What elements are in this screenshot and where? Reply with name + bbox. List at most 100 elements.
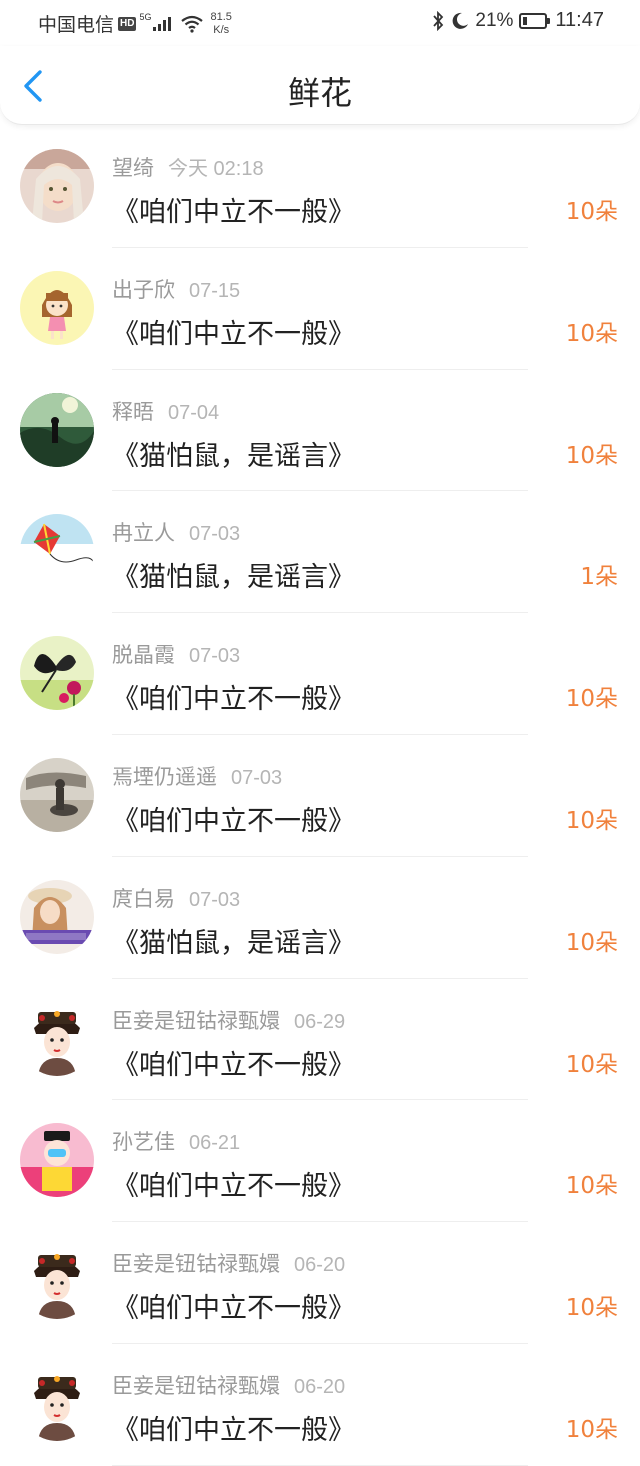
list-item[interactable]: 孙艺佳 06-21 《咱们中立不一般》 10朵: [0, 1100, 640, 1223]
send-date: 06-20: [294, 1375, 346, 1398]
flower-count: 10朵: [565, 929, 618, 956]
list-item[interactable]: 臣妾是钮钴禄甄嬛 06-20 《咱们中立不一般》 10朵: [0, 1222, 640, 1344]
article-title: 《咱们中立不一般》: [112, 1049, 355, 1081]
sender-name: 臣妾是钮钴禄甄嬛: [112, 1252, 280, 1277]
flower-count: 10朵: [565, 320, 618, 347]
carrier-label: 中国电信: [38, 14, 115, 36]
sender-line: 脱晶霞 07-03: [112, 639, 240, 669]
article-title: 《咱们中立不一般》: [112, 805, 355, 837]
flower-count: 10朵: [565, 1051, 618, 1078]
sender-name: 臣妾是钮钴禄甄嬛: [112, 1008, 280, 1033]
moon-icon: [453, 12, 469, 29]
send-date: 07-03: [189, 645, 241, 668]
flower-count: 10朵: [565, 442, 618, 469]
sender-line: 出子欣 07-15: [112, 274, 240, 304]
girl-hat-avatar-image: [20, 879, 94, 954]
nav-bar: 鲜花: [0, 46, 640, 125]
list-item[interactable]: 脱晶霞 07-03 《咱们中立不一般》 10朵: [0, 613, 640, 735]
avatar[interactable]: [20, 1245, 94, 1320]
article-title: 《猫怕鼠，是谣言》: [112, 440, 355, 472]
sender-name: 孙艺佳: [112, 1130, 175, 1155]
sender-line: 臣妾是钮钴禄甄嬛 06-20: [112, 1248, 345, 1278]
flower-count: 10朵: [565, 1173, 618, 1200]
hd-badge: HD: [118, 16, 137, 31]
avatar[interactable]: [20, 149, 94, 223]
flower-count: 10朵: [565, 1416, 618, 1443]
flower-count: 10朵: [565, 807, 618, 834]
list-item[interactable]: 庹白易 07-03 《猫怕鼠，是谣言》 10朵: [0, 857, 640, 979]
status-left: 中国电信 HD 5G 81.5 K/s: [38, 10, 232, 37]
status-bar: 中国电信 HD 5G 81.5 K/s 21% 11:47: [0, 0, 640, 46]
sender-line: 臣妾是钮钴禄甄嬛 06-20: [112, 1370, 345, 1400]
bluetooth-icon: [433, 10, 444, 31]
avatar[interactable]: [20, 1366, 94, 1441]
avatar[interactable]: [20, 1001, 94, 1076]
article-title: 《咱们中立不一般》: [112, 684, 355, 716]
sender-line: 焉堙仍遥遥 07-03: [112, 761, 282, 791]
empress-cartoon-avatar-image: [20, 1001, 94, 1076]
list-item[interactable]: 焉堙仍遥遥 07-03 《咱们中立不一般》 10朵: [0, 735, 640, 857]
article-title: 《咱们中立不一般》: [112, 1414, 355, 1446]
signal-icon: [153, 16, 172, 31]
send-date: 07-15: [189, 279, 241, 302]
flower-count: 10朵: [565, 1295, 618, 1322]
send-date: 今天 02:18: [168, 158, 264, 180]
avatar[interactable]: [20, 879, 94, 954]
green-landscape-avatar-image: [20, 392, 94, 467]
sender-line: 臣妾是钮钴禄甄嬛 06-29: [112, 1005, 345, 1035]
net-speed: 81.5 K/s: [210, 11, 231, 37]
avatar[interactable]: [20, 1123, 94, 1198]
article-title: 《猫怕鼠，是谣言》: [112, 927, 355, 959]
list-item[interactable]: 出子欣 07-15 《咱们中立不一般》 10朵: [0, 248, 640, 370]
sender-name: 释晤: [112, 399, 154, 424]
clock: 11:47: [555, 9, 604, 31]
sepia-photo-avatar-image: [20, 757, 94, 832]
send-date: 06-20: [294, 1254, 346, 1277]
article-title: 《咱们中立不一般》: [112, 1293, 355, 1325]
list-item[interactable]: 冉立人 07-03 《猫怕鼠，是谣言》 1朵: [0, 491, 640, 614]
sender-name: 庹白易: [112, 886, 175, 911]
sender-name: 臣妾是钮钴禄甄嬛: [112, 1373, 280, 1398]
butterfly-flower-avatar-image: [20, 636, 94, 711]
sender-line: 庹白易 07-03: [112, 883, 240, 913]
avatar[interactable]: [20, 757, 94, 832]
list-item[interactable]: 释晤 07-04 《猫怕鼠，是谣言》 10朵: [0, 370, 640, 492]
avatar[interactable]: [20, 270, 94, 345]
empress-cartoon-avatar-image: [20, 1245, 94, 1320]
sender-line: 冉立人 07-03: [112, 517, 240, 547]
empress-cartoon-avatar-image: [20, 1366, 94, 1441]
article-title: 《咱们中立不一般》: [112, 1171, 355, 1203]
list-item[interactable]: 臣妾是钮钴禄甄嬛 06-29 《咱们中立不一般》 10朵: [0, 979, 640, 1101]
sender-line: 释晤 07-04: [112, 396, 219, 426]
flower-count: 1朵: [580, 564, 618, 591]
list-item[interactable]: 臣妾是钮钴禄甄嬛 06-20 《咱们中立不一般》 10朵: [0, 1344, 640, 1466]
sender-name: 望绮: [112, 156, 154, 180]
page-title: 鲜花: [287, 74, 352, 112]
avatar[interactable]: [20, 392, 94, 467]
list-item[interactable]: 望绮 今天 02:18 《咱们中立不一般》 10朵: [0, 126, 640, 248]
avatar[interactable]: [20, 514, 94, 589]
send-date: 07-04: [168, 401, 220, 424]
net-speed-unit: K/s: [213, 23, 230, 36]
flower-count: 10朵: [565, 686, 618, 713]
sender-name: 脱晶霞: [112, 643, 175, 668]
battery-icon: [519, 12, 551, 29]
kite-avatar-image: [20, 514, 94, 589]
send-date: 06-29: [294, 1010, 346, 1033]
status-right: 21% 11:47: [425, 9, 604, 32]
article-title: 《咱们中立不一般》: [112, 318, 355, 350]
flower-count: 10朵: [565, 199, 618, 225]
sender-line: 孙艺佳 06-21: [112, 1126, 240, 1156]
network-type: 5G: [139, 12, 152, 22]
battery-percent: 21%: [475, 9, 514, 31]
wifi-icon: [181, 15, 204, 33]
sender-line: 望绮 今天 02:18: [112, 152, 264, 182]
send-date: 07-03: [189, 888, 241, 911]
avatar[interactable]: [20, 636, 94, 711]
pink-cartoon-avatar-image: [20, 1123, 94, 1198]
send-date: 07-03: [231, 766, 283, 789]
sender-name: 焉堙仍遥遥: [112, 764, 217, 789]
net-speed-value: 81.5: [210, 10, 232, 23]
send-date: 06-21: [189, 1132, 241, 1155]
cartoon-girl-avatar-image: [20, 270, 94, 345]
